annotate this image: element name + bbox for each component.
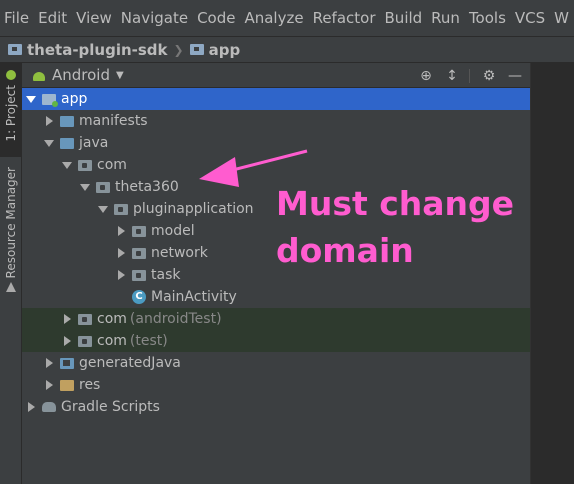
collapse-arrow-icon[interactable] bbox=[62, 314, 72, 324]
android-icon bbox=[6, 70, 16, 80]
tree-node-com-android-test[interactable]: com (androidTest) bbox=[22, 308, 530, 330]
toolbar-divider bbox=[469, 68, 470, 83]
menu-refactor[interactable]: Refactor bbox=[313, 9, 376, 27]
folder-icon bbox=[60, 115, 74, 127]
breadcrumb-module[interactable]: app bbox=[189, 40, 241, 59]
tree-node-label: app bbox=[61, 91, 88, 107]
tree-node-label: com bbox=[97, 157, 127, 173]
tree-node-gradle-scripts[interactable]: Gradle Scripts bbox=[22, 396, 530, 418]
tree-node-label: MainActivity bbox=[151, 289, 237, 305]
package-icon bbox=[132, 225, 146, 237]
android-icon bbox=[32, 69, 46, 81]
tree-node-label: com bbox=[97, 333, 127, 349]
resource-folder-icon bbox=[60, 379, 74, 391]
resource-icon bbox=[6, 282, 16, 292]
tree-node-label: network bbox=[151, 245, 208, 261]
tree-node-label: manifests bbox=[79, 113, 148, 129]
menu-navigate[interactable]: Navigate bbox=[121, 9, 188, 27]
package-icon bbox=[78, 335, 92, 347]
menu-code[interactable]: Code bbox=[197, 9, 235, 27]
class-icon: C bbox=[132, 290, 146, 304]
tree-node-label: pluginapplication bbox=[133, 201, 254, 217]
collapse-arrow-icon[interactable] bbox=[44, 380, 54, 390]
tab-resource-manager-label: Resource Manager bbox=[4, 167, 18, 279]
expand-arrow-icon[interactable] bbox=[26, 94, 36, 104]
module-folder-icon bbox=[189, 44, 204, 55]
tab-resource-manager[interactable]: Resource Manager bbox=[0, 163, 22, 303]
tree-node-label: theta360 bbox=[115, 179, 179, 195]
gear-icon[interactable]: ⚙ bbox=[482, 68, 496, 84]
tree-node-suffix: (test) bbox=[129, 333, 168, 349]
breadcrumb: theta-plugin-sdk ❯ app bbox=[0, 37, 574, 63]
tree-node-suffix: (androidTest) bbox=[129, 311, 222, 327]
collapse-arrow-icon[interactable] bbox=[44, 116, 54, 126]
menu-vcs[interactable]: VCS bbox=[515, 9, 545, 27]
annotation-text: Must change domain bbox=[276, 180, 514, 274]
left-tool-strip: 1: Project Resource Manager bbox=[0, 63, 22, 484]
generated-folder-icon bbox=[60, 357, 74, 369]
chevron-right-icon: ❯ bbox=[173, 42, 184, 57]
menu-run[interactable]: Run bbox=[431, 9, 460, 27]
tree-node-label: res bbox=[79, 377, 101, 393]
expand-arrow-icon[interactable] bbox=[44, 138, 54, 148]
package-icon bbox=[132, 247, 146, 259]
ide-window: File Edit View Navigate Code Analyze Ref… bbox=[0, 0, 574, 484]
expand-arrow-icon[interactable] bbox=[62, 160, 72, 170]
view-mode-select[interactable]: Android bbox=[52, 66, 110, 84]
collapse-arrow-icon[interactable] bbox=[44, 358, 54, 368]
collapse-icon[interactable]: ↕ bbox=[445, 68, 459, 84]
tree-node-manifests[interactable]: manifests bbox=[22, 110, 530, 132]
package-icon bbox=[132, 269, 146, 281]
collapse-arrow-icon[interactable] bbox=[116, 248, 126, 258]
annotation-line-1: Must change bbox=[276, 184, 515, 223]
folder-icon bbox=[8, 44, 22, 55]
tree-node-label: task bbox=[151, 267, 181, 283]
collapse-arrow-icon[interactable] bbox=[26, 402, 36, 412]
breadcrumb-project[interactable]: theta-plugin-sdk bbox=[8, 41, 168, 59]
tab-project-label: 1: Project bbox=[4, 85, 18, 142]
menu-tools[interactable]: Tools bbox=[469, 9, 506, 27]
collapse-arrow-icon[interactable] bbox=[116, 270, 126, 280]
breadcrumb-project-label: theta-plugin-sdk bbox=[27, 40, 168, 59]
annotation-line-2: domain bbox=[276, 231, 414, 270]
menu-view[interactable]: View bbox=[76, 9, 112, 27]
module-folder-icon bbox=[42, 93, 58, 107]
folder-icon bbox=[60, 137, 74, 149]
menu-edit[interactable]: Edit bbox=[38, 9, 67, 27]
tree-node-com-test[interactable]: com (test) bbox=[22, 330, 530, 352]
menu-bar: File Edit View Navigate Code Analyze Ref… bbox=[0, 0, 574, 37]
gradle-elephant-icon bbox=[42, 402, 56, 412]
tab-project[interactable]: 1: Project bbox=[0, 63, 22, 157]
menu-window[interactable]: W bbox=[554, 9, 569, 27]
expand-arrow-icon[interactable] bbox=[80, 182, 90, 192]
expand-arrow-icon[interactable] bbox=[98, 204, 108, 214]
package-icon bbox=[96, 181, 110, 193]
tree-node-label: Gradle Scripts bbox=[61, 399, 160, 415]
collapse-arrow-icon[interactable] bbox=[116, 226, 126, 236]
tree-node-label: model bbox=[151, 223, 195, 239]
tree-node-label: java bbox=[79, 135, 109, 151]
tree-node-res[interactable]: res bbox=[22, 374, 530, 396]
tree-node-label: generatedJava bbox=[79, 355, 181, 371]
package-icon bbox=[114, 203, 128, 215]
collapse-arrow-icon[interactable] bbox=[62, 336, 72, 346]
tree-node-mainactivity[interactable]: C MainActivity bbox=[22, 286, 530, 308]
package-icon bbox=[78, 159, 92, 171]
editor-gutter bbox=[530, 63, 574, 484]
tree-node-generatedjava[interactable]: generatedJava bbox=[22, 352, 530, 374]
package-icon bbox=[78, 313, 92, 325]
menu-build[interactable]: Build bbox=[385, 9, 423, 27]
menu-analyze[interactable]: Analyze bbox=[244, 9, 303, 27]
minimize-icon[interactable]: — bbox=[508, 68, 522, 84]
menu-file[interactable]: File bbox=[4, 9, 29, 27]
breadcrumb-module-label: app bbox=[208, 40, 241, 59]
panel-toolbar: ⊕ ↕ ⚙ — bbox=[407, 63, 522, 88]
project-panel-header: Android ▼ ⊕ ↕ ⚙ — bbox=[22, 63, 530, 88]
chevron-down-icon[interactable]: ▼ bbox=[116, 70, 124, 81]
tree-node-label: com bbox=[97, 311, 127, 327]
locate-icon[interactable]: ⊕ bbox=[419, 68, 433, 84]
tree-node-app[interactable]: app bbox=[22, 88, 530, 110]
